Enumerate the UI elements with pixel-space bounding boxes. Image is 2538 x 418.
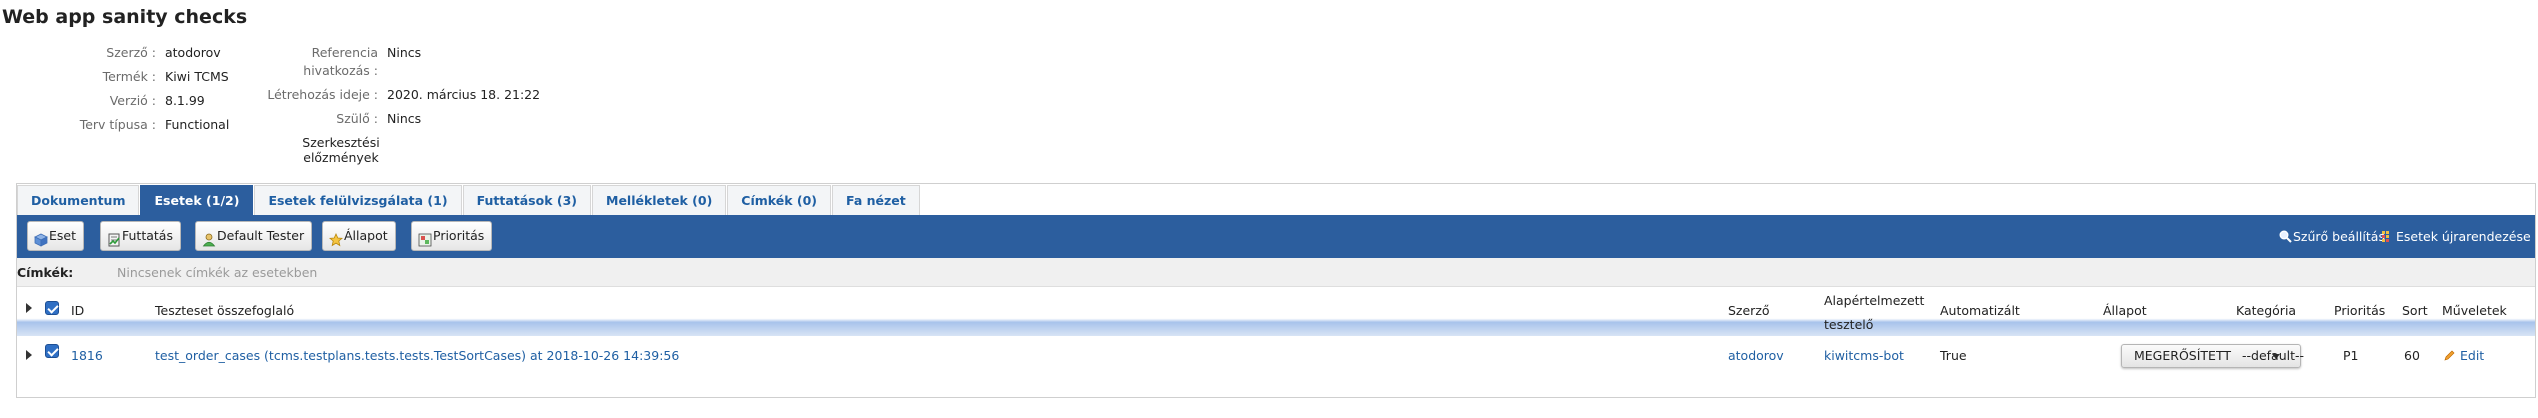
select-all-checkbox[interactable] xyxy=(45,301,59,315)
header-author[interactable]: Szerző xyxy=(1728,303,1770,318)
tags-empty-text: Nincsenek címkék az esetekben xyxy=(117,265,318,280)
expand-all-icon[interactable] xyxy=(26,303,32,313)
run-button[interactable]: Futtatás xyxy=(100,221,181,251)
user-icon xyxy=(202,229,216,247)
version-label: Verzió : xyxy=(109,93,156,108)
header-default-tester[interactable]: Alapértelmezett xyxy=(1824,293,1924,308)
version-value: 8.1.99 xyxy=(165,93,205,108)
tab-cases[interactable]: Esetek (1/2) xyxy=(140,185,254,215)
reference-value: Nincs xyxy=(387,45,422,60)
cases-toolbar: Eset Futtatás Default Tester Állapot Pri… xyxy=(17,215,2535,258)
case-priority: P1 xyxy=(2343,348,2359,363)
star-icon xyxy=(328,229,344,247)
plan-type-label: Terv típusa : xyxy=(79,117,156,132)
reorder-cases-label: Esetek újrarendezése xyxy=(2396,229,2531,244)
case-sort: 60 xyxy=(2404,348,2420,363)
tab-document[interactable]: Dokumentum xyxy=(17,185,140,215)
edit-history-link-line2: előzmények xyxy=(303,150,379,165)
cube-icon xyxy=(34,229,48,247)
expand-row-icon[interactable] xyxy=(26,350,32,360)
product-link[interactable]: Kiwi TCMS xyxy=(165,69,229,84)
tags-label: Címkék: xyxy=(17,265,74,280)
case-category: --default-- xyxy=(2242,348,2305,363)
page-title: Web app sanity checks xyxy=(2,6,248,28)
created-label: Létrehozás ideje : xyxy=(267,87,378,102)
created-value: 2020. március 18. 21:22 xyxy=(387,87,541,102)
header-category[interactable]: Kategória xyxy=(2236,303,2296,318)
edit-history-link-line1: Szerkesztési xyxy=(302,135,380,150)
tab-attachments[interactable]: Mellékletek (0) xyxy=(592,185,727,215)
tags-bar: Címkék: Nincsenek címkék az esetekben xyxy=(17,258,2535,287)
product-label: Termék : xyxy=(102,69,156,84)
case-automated: True xyxy=(1940,348,1967,363)
magnifier-icon xyxy=(2279,230,2292,243)
header-sort[interactable]: Sort xyxy=(2402,303,2428,318)
run-icon xyxy=(107,229,121,247)
case-summary-link[interactable]: test_order_cases (tcms.testplans.tests.t… xyxy=(155,348,679,363)
row-checkbox[interactable] xyxy=(45,344,59,358)
cases-table-header: ID Teszteset összefoglaló Szerző Alapért… xyxy=(17,290,2535,336)
header-status[interactable]: Állapot xyxy=(2103,303,2147,318)
case-button-label: Eset xyxy=(49,228,77,243)
parent-label: Szülő : xyxy=(336,111,378,126)
header-actions: Műveletek xyxy=(2442,303,2507,318)
header-priority[interactable]: Prioritás xyxy=(2334,303,2385,318)
case-author-link[interactable]: atodorov xyxy=(1728,348,1784,363)
header-id[interactable]: ID xyxy=(71,303,84,318)
run-button-label: Futtatás xyxy=(122,228,173,243)
case-button[interactable]: Eset xyxy=(27,221,85,251)
author-link[interactable]: atodorov xyxy=(165,45,221,60)
header-automated[interactable]: Automatizált xyxy=(1940,303,2020,318)
priority-button[interactable]: Prioritás xyxy=(411,221,493,251)
case-edit-link[interactable]: Edit xyxy=(2444,348,2484,363)
filter-settings-label: Szűrő beállítás xyxy=(2293,229,2385,244)
table-row: 1816 test_order_cases (tcms.testplans.te… xyxy=(17,342,2535,370)
case-id-link[interactable]: 1816 xyxy=(71,348,103,363)
reorder-icon xyxy=(2382,230,2389,242)
tab-tags[interactable]: Címkék (0) xyxy=(727,185,832,215)
edit-history-link[interactable]: Szerkesztési előzmények xyxy=(301,135,381,165)
pencil-icon xyxy=(2444,350,2455,361)
default-tester-button[interactable]: Default Tester xyxy=(195,221,313,251)
parent-value: Nincs xyxy=(387,111,422,126)
tab-tree-view[interactable]: Fa nézet xyxy=(832,185,920,215)
reference-label-line2: hivatkozás : xyxy=(303,63,378,78)
status-button-label: Állapot xyxy=(344,228,388,243)
header-default-tester-line2: tesztelő xyxy=(1824,317,1874,332)
author-label: Szerző : xyxy=(106,45,156,60)
status-select-value: MEGERŐSÍTETT xyxy=(2134,348,2231,363)
reference-label: Referencia xyxy=(311,45,378,60)
priority-button-label: Prioritás xyxy=(433,228,485,243)
header-summary[interactable]: Teszteset összefoglaló xyxy=(155,303,294,318)
plan-type-value: Functional xyxy=(165,117,230,132)
status-button[interactable]: Állapot xyxy=(322,221,396,251)
tab-case-reviews[interactable]: Esetek felülvizsgálata (1) xyxy=(254,185,462,215)
reorder-cases-link[interactable]: Esetek újrarendezése xyxy=(2382,215,2531,258)
filter-settings-link[interactable]: Szűrő beállítás xyxy=(2279,215,2385,258)
tab-bar: Dokumentum Esetek (1/2) Esetek felülvizs… xyxy=(17,185,921,215)
default-tester-button-label: Default Tester xyxy=(217,228,305,243)
tab-runs[interactable]: Futtatások (3) xyxy=(462,185,591,215)
case-default-tester-link[interactable]: kiwitcms-bot xyxy=(1824,348,1904,363)
case-edit-label: Edit xyxy=(2460,348,2485,363)
priority-icon xyxy=(418,229,432,247)
